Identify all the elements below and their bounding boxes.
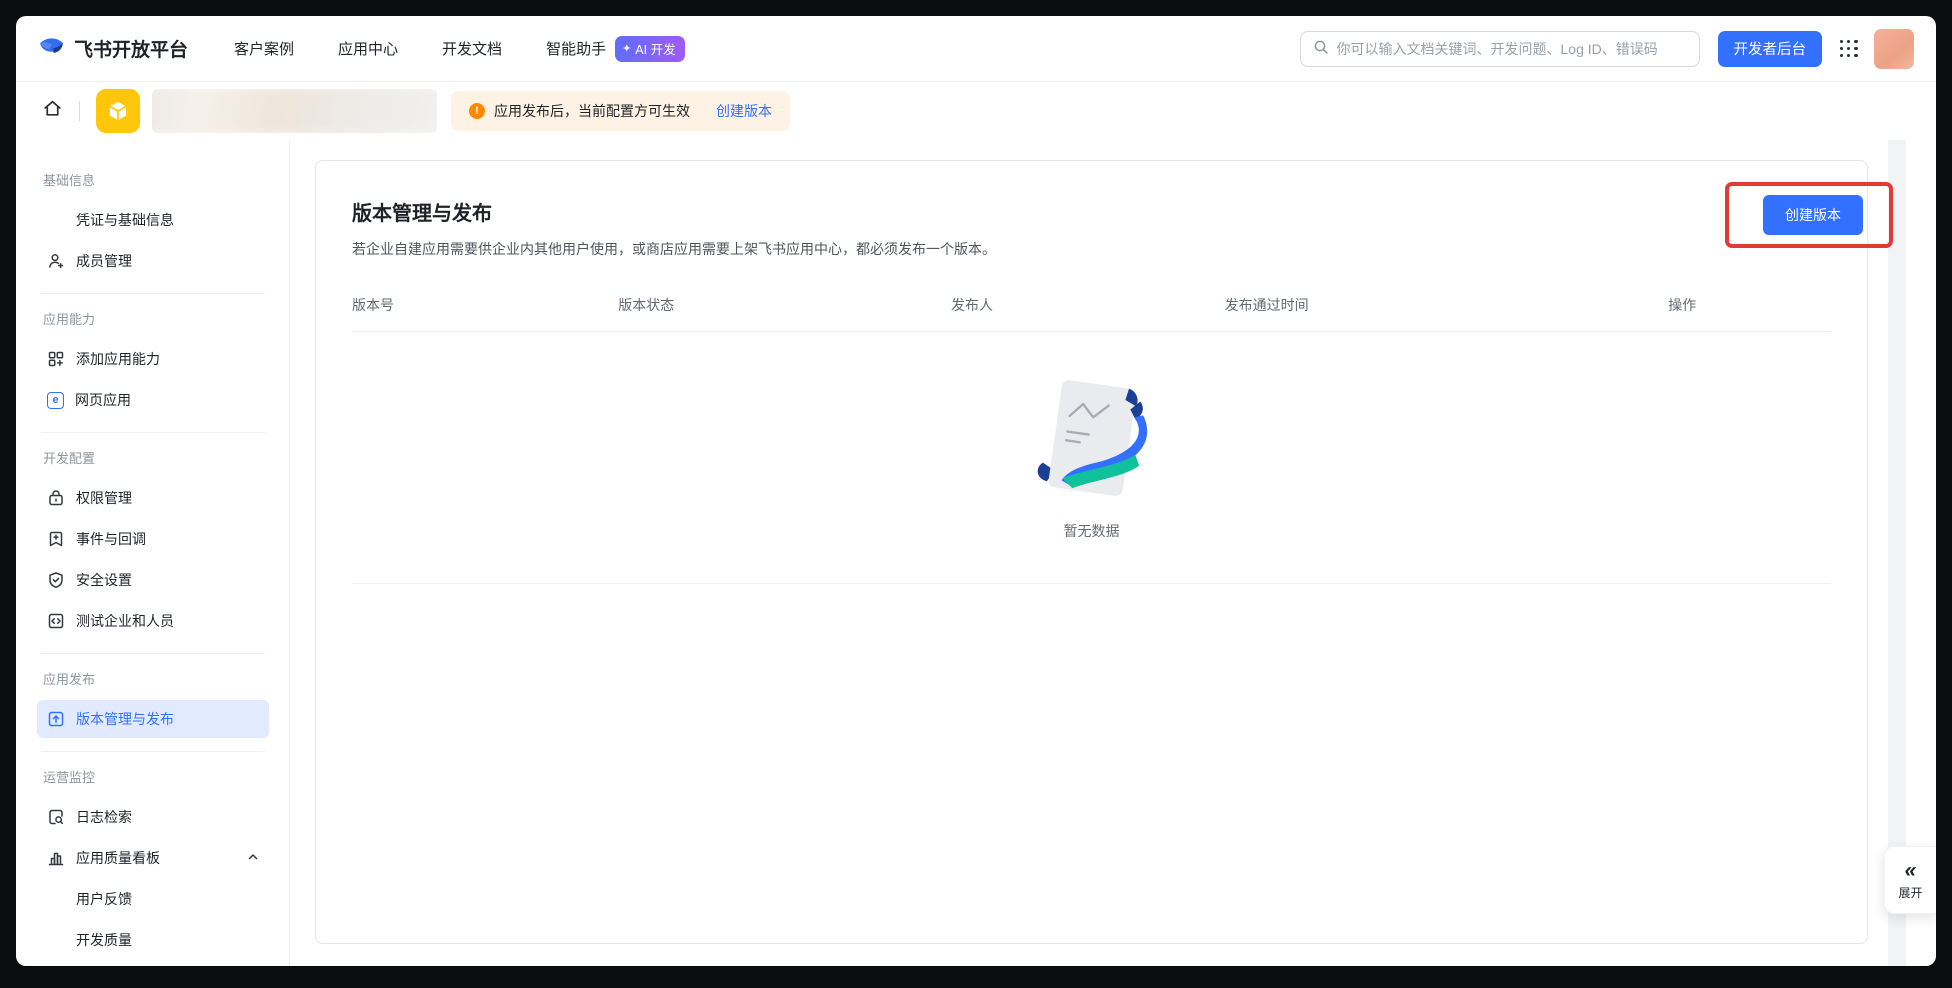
nav-ai-assistant[interactable]: 智能助手 AI 开发 <box>546 36 685 62</box>
feishu-open-platform-page: 飞书开放平台 客户案例 应用中心 开发文档 智能助手 AI 开发 <box>16 16 1936 966</box>
sidebar-item-web-app[interactable]: 网页应用 <box>37 381 269 419</box>
page-title: 版本管理与发布 <box>352 197 1831 226</box>
sidebar-section-basic-info: 基础信息 <box>43 170 263 189</box>
divider <box>79 101 80 121</box>
brand-title: 飞书开放平台 <box>74 35 188 62</box>
sidebar-item-credentials[interactable]: 凭证与基础信息 <box>37 201 269 239</box>
sidebar-item-label: 应用质量看板 <box>76 848 160 868</box>
sidebar-section-app-release: 应用发布 <box>43 669 263 688</box>
web-app-icon <box>47 392 64 409</box>
column-approved-time: 发布通过时间 <box>1225 295 1669 315</box>
sidebar-item-label: 用户反馈 <box>76 889 132 909</box>
app-icon[interactable] <box>96 89 140 133</box>
sidebar-item-label: 凭证与基础信息 <box>76 210 174 230</box>
sidebar-item-test-org[interactable]: 测试企业和人员 <box>37 602 269 640</box>
window-frame: 飞书开放平台 客户案例 应用中心 开发文档 智能助手 AI 开发 <box>0 0 1952 988</box>
sidebar-item-label: 权限管理 <box>76 488 132 508</box>
sidebar-section-dev-config: 开发配置 <box>43 448 263 467</box>
top-navbar: 飞书开放平台 客户案例 应用中心 开发文档 智能助手 AI 开发 <box>16 16 1936 82</box>
warning-icon <box>469 103 485 119</box>
sidebar-divider <box>41 432 265 433</box>
sidebar-item-events-callbacks[interactable]: 事件与回调 <box>37 520 269 558</box>
sidebar: 基础信息 凭证与基础信息 成员管理 应用能力 <box>16 140 290 966</box>
table-header-row: 版本号 版本状态 发布人 发布通过时间 操作 <box>352 295 1831 332</box>
nav-ai-assistant-label: 智能助手 <box>546 38 606 59</box>
page-subtitle: 若企业自建应用需要供企业内其他用户使用，或商店应用需要上架飞书应用中心，都必须发… <box>352 239 1831 259</box>
scrollbar-track[interactable] <box>1888 140 1906 966</box>
search-input[interactable] <box>1337 41 1687 57</box>
ai-dev-badge-label: AI 开发 <box>635 39 675 58</box>
sidebar-item-label: 安全设置 <box>76 570 132 590</box>
expand-label: 展开 <box>1898 884 1922 901</box>
nav-app-center[interactable]: 应用中心 <box>338 38 398 59</box>
app-context-bar: 应用发布后，当前配置方可生效 创建版本 <box>16 82 1936 140</box>
search-icon <box>1313 39 1329 58</box>
sidebar-item-label: 测试企业和人员 <box>76 611 174 631</box>
sidebar-item-version-management[interactable]: 版本管理与发布 <box>37 700 269 738</box>
primary-nav: 客户案例 应用中心 开发文档 智能助手 AI 开发 <box>234 36 685 62</box>
nav-customer-cases[interactable]: 客户案例 <box>234 38 294 59</box>
publish-notice-banner: 应用发布后，当前配置方可生效 创建版本 <box>451 91 790 131</box>
sidebar-item-quality-dashboard[interactable]: 应用质量看板 <box>37 839 269 877</box>
main-content: 版本管理与发布 若企业自建应用需要供企业内其他用户使用，或商店应用需要上架飞书应… <box>290 140 1936 966</box>
empty-state-illustration <box>1033 376 1151 509</box>
sidebar-divider <box>41 751 265 752</box>
app-name-redacted <box>152 89 437 133</box>
sidebar-item-log-search[interactable]: 日志检索 <box>37 798 269 836</box>
column-publisher: 发布人 <box>951 295 1225 315</box>
create-version-button[interactable]: 创建版本 <box>1763 195 1863 235</box>
sidebar-item-dev-quality[interactable]: 开发质量 <box>37 921 269 959</box>
sidebar-item-add-capability[interactable]: 添加应用能力 <box>37 340 269 378</box>
feishu-logo-icon <box>38 34 65 64</box>
sidebar-item-security[interactable]: 安全设置 <box>37 561 269 599</box>
empty-state: 暂无数据 <box>352 332 1831 584</box>
home-icon[interactable] <box>42 98 63 124</box>
sparkle-icon <box>622 41 631 55</box>
column-version-status: 版本状态 <box>618 295 951 315</box>
global-search[interactable] <box>1300 31 1700 67</box>
double-chevron-left-icon <box>1905 860 1917 882</box>
sidebar-item-label: 成员管理 <box>76 251 132 271</box>
sidebar-divider <box>41 653 265 654</box>
sidebar-item-user-feedback[interactable]: 用户反馈 <box>37 880 269 918</box>
sidebar-item-label: 日志检索 <box>76 807 132 827</box>
column-version-number: 版本号 <box>352 295 618 315</box>
sidebar-item-label: 版本管理与发布 <box>76 709 174 729</box>
sidebar-item-label: 网页应用 <box>75 390 131 410</box>
sidebar-divider <box>41 293 265 294</box>
column-actions: 操作 <box>1668 295 1831 315</box>
sidebar-item-permissions[interactable]: 权限管理 <box>37 479 269 517</box>
sidebar-item-label: 事件与回调 <box>76 529 146 549</box>
sidebar-item-members[interactable]: 成员管理 <box>37 242 269 280</box>
ai-dev-badge[interactable]: AI 开发 <box>615 36 685 62</box>
sidebar-item-label: 开发质量 <box>76 930 132 950</box>
sidebar-item-label: 添加应用能力 <box>76 349 160 369</box>
sidebar-section-app-capabilities: 应用能力 <box>43 309 263 328</box>
sidebar-section-ops-monitoring: 运营监控 <box>43 767 263 786</box>
empty-state-text: 暂无数据 <box>1064 521 1120 541</box>
expand-panel-button[interactable]: 展开 <box>1884 846 1936 914</box>
version-management-card: 版本管理与发布 若企业自建应用需要供企业内其他用户使用，或商店应用需要上架飞书应… <box>315 160 1868 944</box>
developer-console-button[interactable]: 开发者后台 <box>1718 31 1823 67</box>
brand[interactable]: 飞书开放平台 <box>38 34 188 64</box>
chevron-up-icon[interactable] <box>247 850 259 866</box>
notice-text: 应用发布后，当前配置方可生效 <box>494 101 690 121</box>
apps-grid-icon[interactable] <box>1840 40 1858 58</box>
avatar[interactable] <box>1874 29 1914 69</box>
nav-dev-docs[interactable]: 开发文档 <box>442 38 502 59</box>
notice-create-version-link[interactable]: 创建版本 <box>716 101 772 121</box>
